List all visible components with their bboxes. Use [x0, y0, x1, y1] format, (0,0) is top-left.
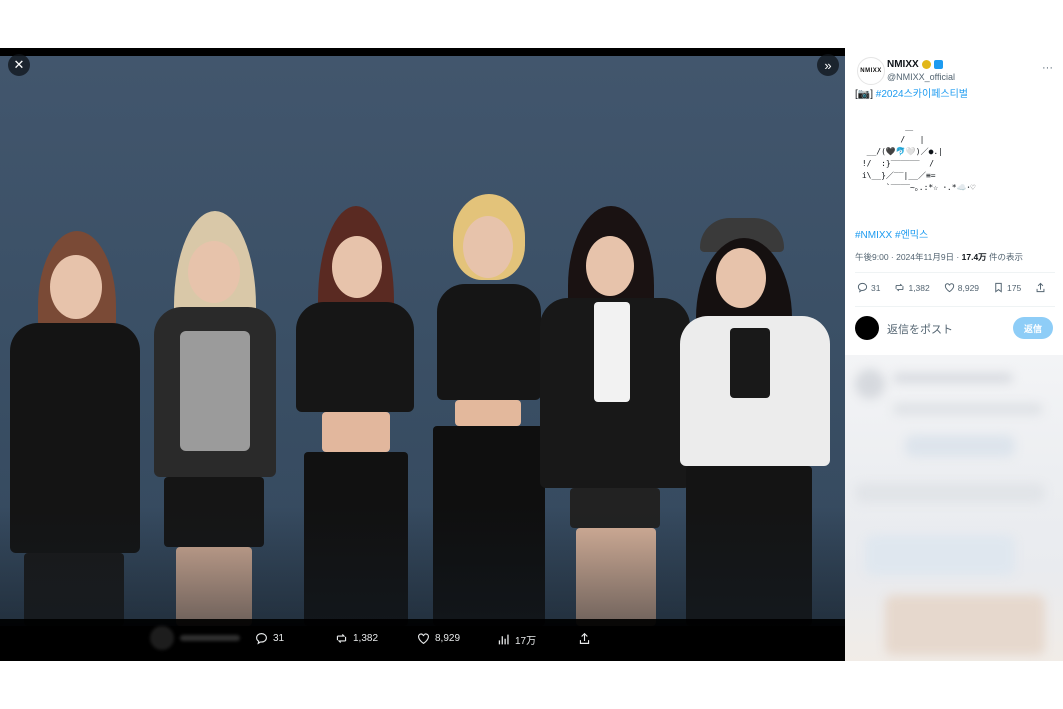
next-media-button[interactable]: » — [817, 54, 839, 76]
bookmark-icon — [995, 282, 1002, 293]
divider — [855, 306, 1055, 307]
media-share-button[interactable] — [578, 632, 591, 645]
double-chevron-right-icon: » — [824, 57, 832, 73]
repost-count: 1,382 — [908, 282, 930, 293]
reply-button[interactable]: 31 — [857, 282, 880, 293]
share-icon — [579, 632, 590, 644]
media-viewer: ✕ » 31 1,382 8,929 17万 — [0, 48, 845, 661]
media-repost-button[interactable]: 1,382 — [335, 632, 378, 645]
user-avatar — [855, 316, 879, 340]
camera-prefix: [📷] — [855, 89, 874, 100]
like-button[interactable]: 8,929 — [944, 282, 979, 293]
reply-icon — [857, 282, 868, 293]
like-count: 8,929 — [957, 282, 980, 293]
floor-shadow — [0, 506, 845, 626]
blurred-author — [150, 623, 270, 653]
reply-count: 31 — [871, 282, 881, 293]
media-action-bar: 31 1,382 8,929 17万 — [0, 619, 845, 661]
reply-composer: 返信をポスト 返信 — [855, 314, 1053, 344]
tweet-meta: 午後9:00 · 2024年11月9日 · 17.4万 件の表示 — [855, 251, 1023, 263]
divider — [855, 272, 1055, 273]
share-button[interactable] — [1035, 282, 1046, 293]
media-reply-count: 31 — [273, 633, 285, 644]
close-button[interactable]: ✕ — [8, 54, 30, 76]
ellipsis-icon: ··· — [1042, 62, 1053, 74]
heart-icon — [418, 633, 429, 645]
reply-icon — [256, 633, 267, 645]
display-name[interactable]: NMIXX — [887, 59, 919, 70]
user-handle[interactable]: @NMIXX_official — [887, 72, 955, 82]
media-repost-count: 1,382 — [353, 633, 379, 644]
tweet-headline: [📷] #2024스카이페스티벌 — [855, 88, 1055, 101]
avatar[interactable]: NMIXX — [857, 57, 885, 85]
media-reply-button[interactable]: 31 — [255, 632, 284, 645]
bookmark-button[interactable]: 175 — [993, 282, 1021, 293]
tweet-header: NMIXX NMIXX @NMIXX_official ··· — [855, 54, 1057, 85]
hashtags[interactable]: #NMIXX #엔믹스 — [855, 226, 928, 241]
hashtag-link[interactable]: #2024스카이페스티벌 — [876, 89, 968, 100]
media-views-button[interactable]: 17万 — [497, 632, 536, 647]
view-suffix: 件の表示 — [986, 252, 1024, 262]
more-options-button[interactable]: ··· — [1042, 62, 1053, 74]
close-icon: ✕ — [13, 57, 25, 72]
tweet-stats: 31 1,382 8,929 175 — [857, 282, 1055, 293]
tweet-panel: NMIXX NMIXX @NMIXX_official ··· [📷] #202… — [845, 48, 1063, 355]
repost-icon — [336, 634, 347, 643]
reply-submit-button[interactable]: 返信 — [1013, 317, 1053, 339]
ascii-art: ＿ / | __/(🖤🐬🤍)／●.| !/ :}‾‾‾‾‾‾ / i\__}／‾… — [861, 123, 976, 192]
reply-input[interactable]: 返信をポスト — [887, 321, 953, 337]
affiliate-badge-icon — [933, 60, 943, 69]
blurred-replies — [845, 355, 1063, 661]
timestamp[interactable]: 午後9:00 · 2024年11月9日 · — [855, 252, 962, 262]
view-count: 17.4万 — [961, 252, 987, 262]
media-like-count: 8,929 — [435, 633, 461, 644]
group-photo — [0, 56, 845, 626]
repost-button[interactable]: 1,382 — [894, 282, 930, 293]
media-like-button[interactable]: 8,929 — [417, 632, 460, 645]
bookmark-count: 175 — [1007, 282, 1022, 293]
repost-icon — [896, 283, 904, 292]
share-icon — [1036, 282, 1045, 293]
heart-icon — [944, 283, 954, 293]
verified-gold-icon — [921, 60, 931, 69]
media-views-count: 17万 — [515, 636, 537, 647]
avatar-logo-text: NMIXX — [860, 68, 882, 74]
views-chart-icon — [498, 634, 509, 645]
